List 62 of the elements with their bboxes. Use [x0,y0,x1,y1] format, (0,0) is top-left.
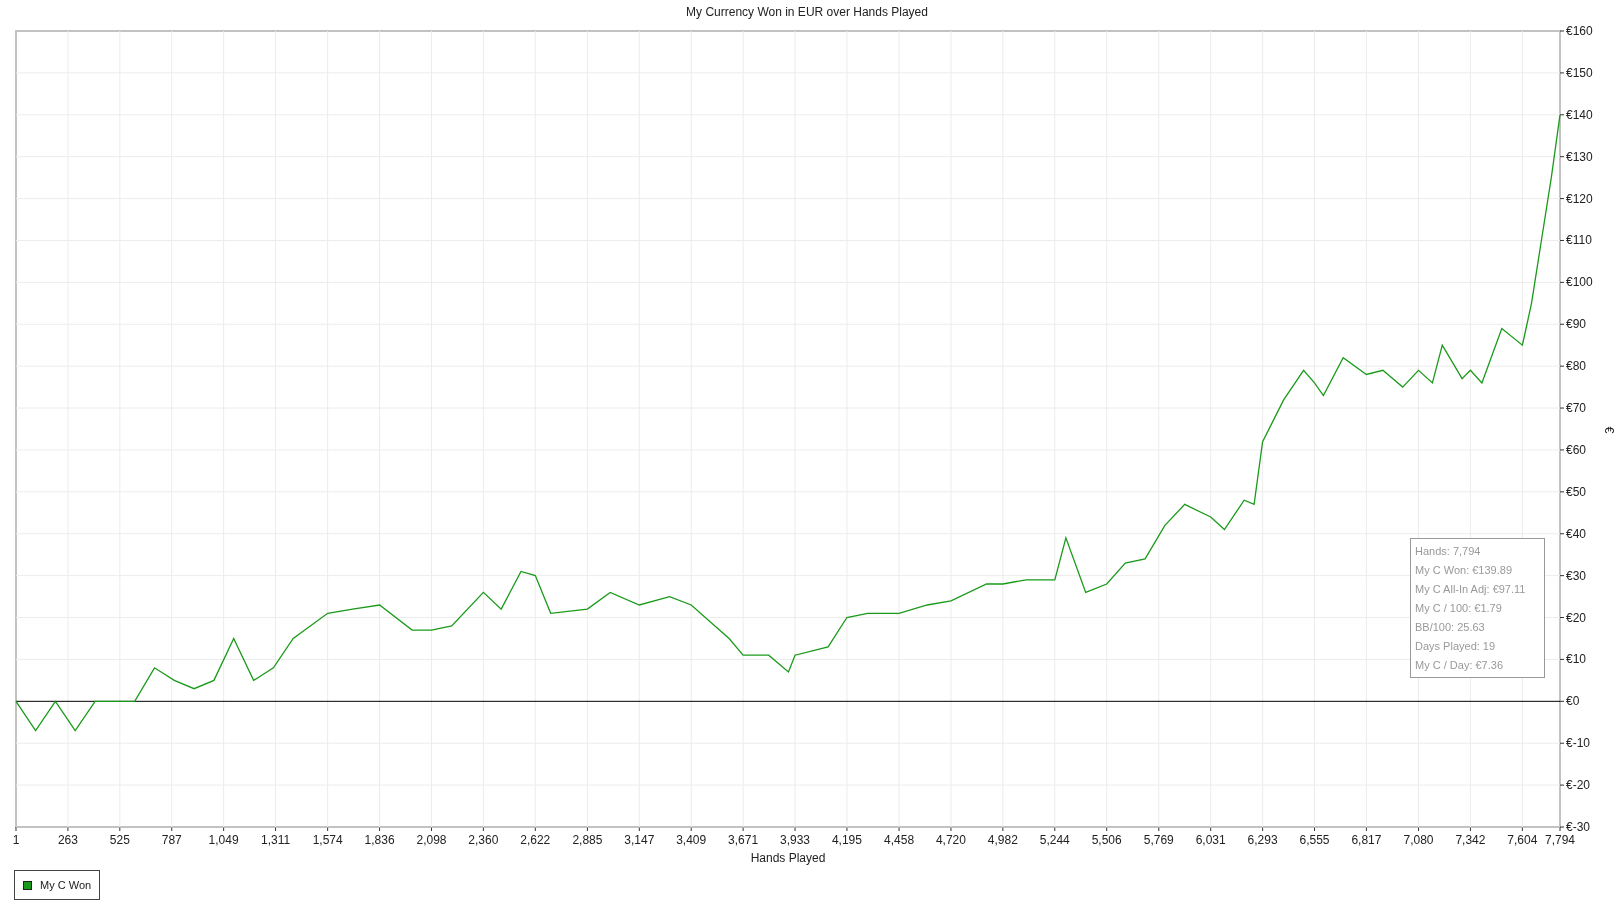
x-tick-label: 2,622 [520,833,551,847]
x-axis-title: Hands Played [750,851,826,865]
x-tick-label: 1,311 [261,833,291,847]
y-tick-label: €50 [1566,484,1587,499]
y-tick-label: €100 [1566,275,1593,290]
x-tick-label: 4,720 [935,833,966,847]
x-tick-label: 2,360 [468,833,499,847]
y-tick-label: €150 [1566,65,1593,80]
stat-text: My C Won: €139.89 [1415,563,1513,578]
y-tick-label: €70 [1566,401,1587,416]
y-tick-label: €20 [1566,610,1587,625]
y-tick-label: €-30 [1566,820,1591,834]
x-tick-label: 1,049 [208,833,239,847]
y-tick-label: €-10 [1566,736,1591,751]
stat-text: My C / Day: €7.36 [1415,658,1505,673]
chart-title: My Currency Won in EUR over Hands Played [686,5,928,19]
x-tick-label: 2,885 [572,833,603,847]
stat-text: My C All-In Adj: €97.11 [1415,582,1527,597]
y-tick-label: €10 [1566,652,1587,667]
y-axis-title: € [1602,426,1615,434]
x-tick-label: 3,933 [780,833,811,847]
y-tick-label: €60 [1566,442,1587,457]
x-tick-label: 525 [109,833,130,847]
legend-label: My C Won [40,877,92,893]
y-tick-label: €130 [1566,149,1593,164]
x-tick-label: 7,794 [1545,833,1575,847]
x-tick-label: 6,031 [1195,833,1226,847]
x-tick-label: 5,506 [1091,833,1122,847]
x-tick-label: 7,342 [1455,833,1486,847]
x-tick-label: 4,458 [884,833,915,847]
x-tick-label: 787 [161,833,182,847]
x-tick-label: 7,080 [1403,833,1434,847]
y-tick-label: €120 [1566,191,1593,206]
x-tick-label: 2,098 [416,833,447,847]
y-tick-label: €110 [1566,233,1592,248]
stat-text: Hands: 7,794 [1415,544,1482,559]
x-tick-label: 6,817 [1351,833,1382,847]
y-tick-label: €140 [1566,107,1593,122]
y-tick-label: €160 [1566,24,1593,38]
x-tick-label: 3,147 [624,833,655,847]
x-tick-label: 263 [57,833,78,847]
y-tick-label: €0 [1566,694,1580,709]
x-tick-label: 4,982 [987,833,1018,847]
y-tick-label: €40 [1566,526,1587,541]
x-tick-label: 1,574 [312,833,343,847]
x-tick-label: 5,769 [1143,833,1174,847]
stat-text: My C / 100: €1.79 [1415,601,1503,616]
y-tick-label: €-20 [1566,778,1591,793]
x-tick-label: 1,836 [364,833,395,847]
y-tick-label: €80 [1566,359,1587,374]
stat-text: Days Played: 19 [1415,639,1497,654]
x-tick-label: 6,293 [1247,833,1278,847]
stat-text: BB/100: 25.63 [1415,620,1486,635]
x-tick-label: 3,671 [728,833,759,847]
x-tick-label: 7,604 [1507,833,1538,847]
y-tick-label: €30 [1566,568,1587,583]
x-tick-label: 4,195 [831,833,862,847]
x-tick-label: 1 [12,833,20,847]
y-tick-label: €90 [1566,317,1587,332]
x-tick-label: 6,555 [1299,833,1330,847]
x-tick-label: 5,244 [1039,833,1070,847]
x-tick-label: 3,409 [676,833,707,847]
